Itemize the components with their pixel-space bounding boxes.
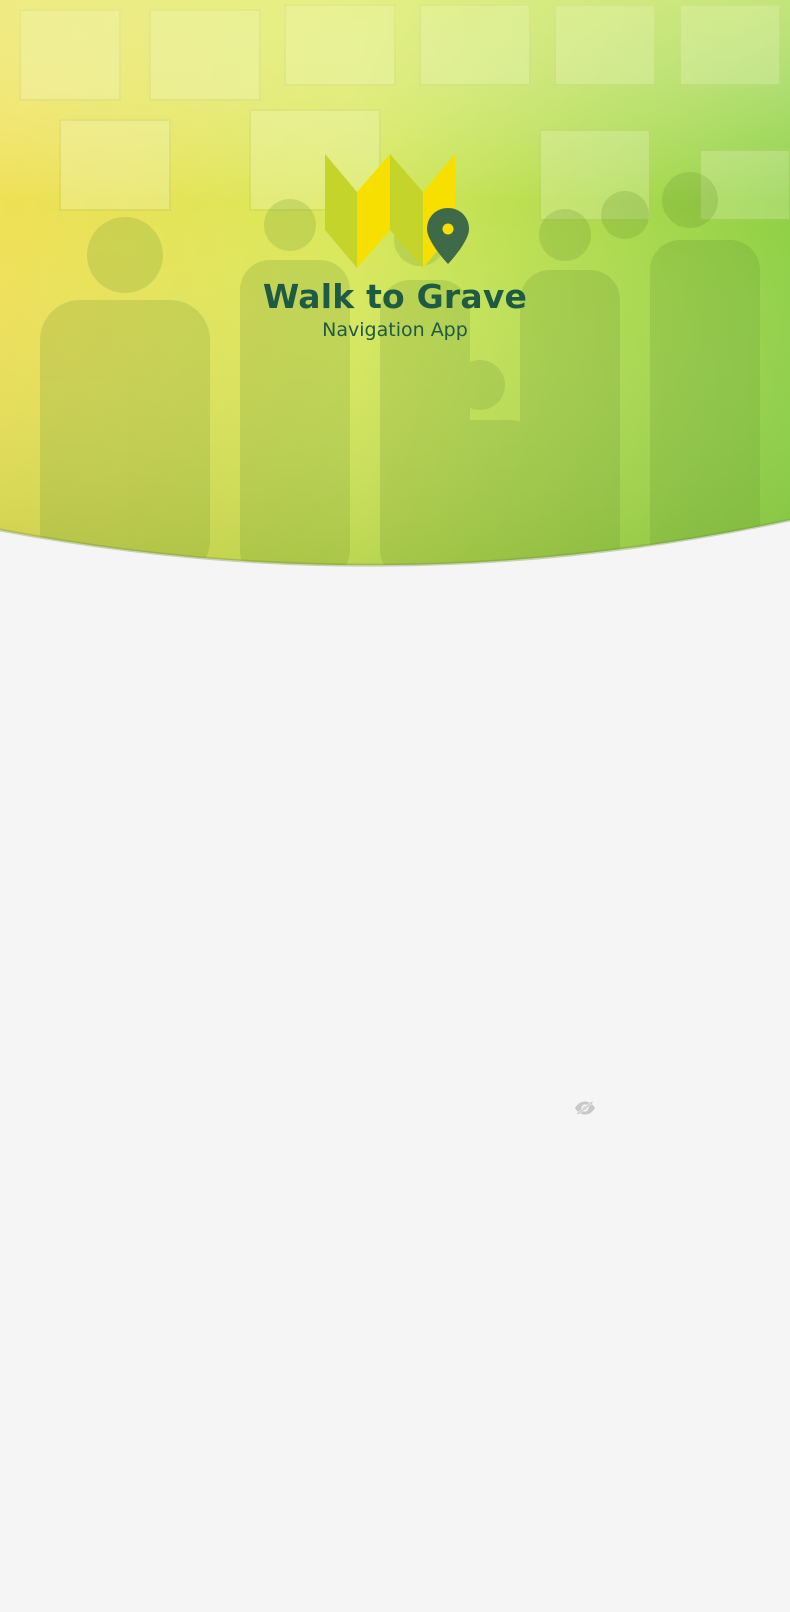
eye-off-icon[interactable] (574, 1100, 596, 1116)
app-subtitle: Navigation App (322, 319, 468, 341)
app-title: Walk to Grave (262, 277, 528, 316)
hero-header: Walk to Grave Navigation App (0, 0, 790, 580)
brand-block: Walk to Grave Navigation App (0, 150, 790, 342)
folded-map-with-location-pin-logo (325, 154, 469, 268)
login-screen: Walk to Grave Navigation App (0, 0, 790, 1612)
